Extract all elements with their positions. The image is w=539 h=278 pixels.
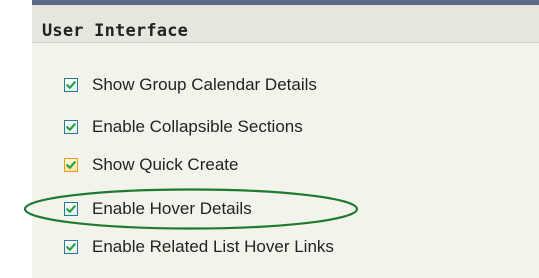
- checkbox-show-quick-create[interactable]: [64, 158, 78, 172]
- option-show-group-calendar-details[interactable]: Show Group Calendar Details: [64, 74, 317, 96]
- checkbox-enable-hover-details[interactable]: [64, 202, 78, 216]
- option-enable-related-list-hover-links[interactable]: Enable Related List Hover Links: [64, 236, 334, 258]
- option-show-quick-create[interactable]: Show Quick Create: [64, 154, 238, 176]
- option-label: Show Quick Create: [92, 155, 239, 174]
- option-enable-hover-details[interactable]: Enable Hover Details: [64, 198, 252, 220]
- option-label: Enable Collapsible Sections: [92, 117, 303, 136]
- check-icon: [66, 161, 76, 169]
- check-icon: [66, 81, 76, 89]
- option-label: Enable Related List Hover Links: [92, 237, 334, 256]
- option-enable-collapsible-sections[interactable]: Enable Collapsible Sections: [64, 116, 303, 138]
- checkbox-enable-collapsible-sections[interactable]: [64, 120, 78, 134]
- option-label: Enable Hover Details: [92, 199, 252, 218]
- options-list: Show Group Calendar Details Enable Colla…: [0, 0, 539, 278]
- check-icon: [66, 123, 76, 131]
- check-icon: [66, 205, 76, 213]
- checkbox-enable-related-list-hover-links[interactable]: [64, 240, 78, 254]
- check-icon: [66, 243, 76, 251]
- checkbox-show-group-calendar-details[interactable]: [64, 78, 78, 92]
- option-label: Show Group Calendar Details: [92, 75, 317, 94]
